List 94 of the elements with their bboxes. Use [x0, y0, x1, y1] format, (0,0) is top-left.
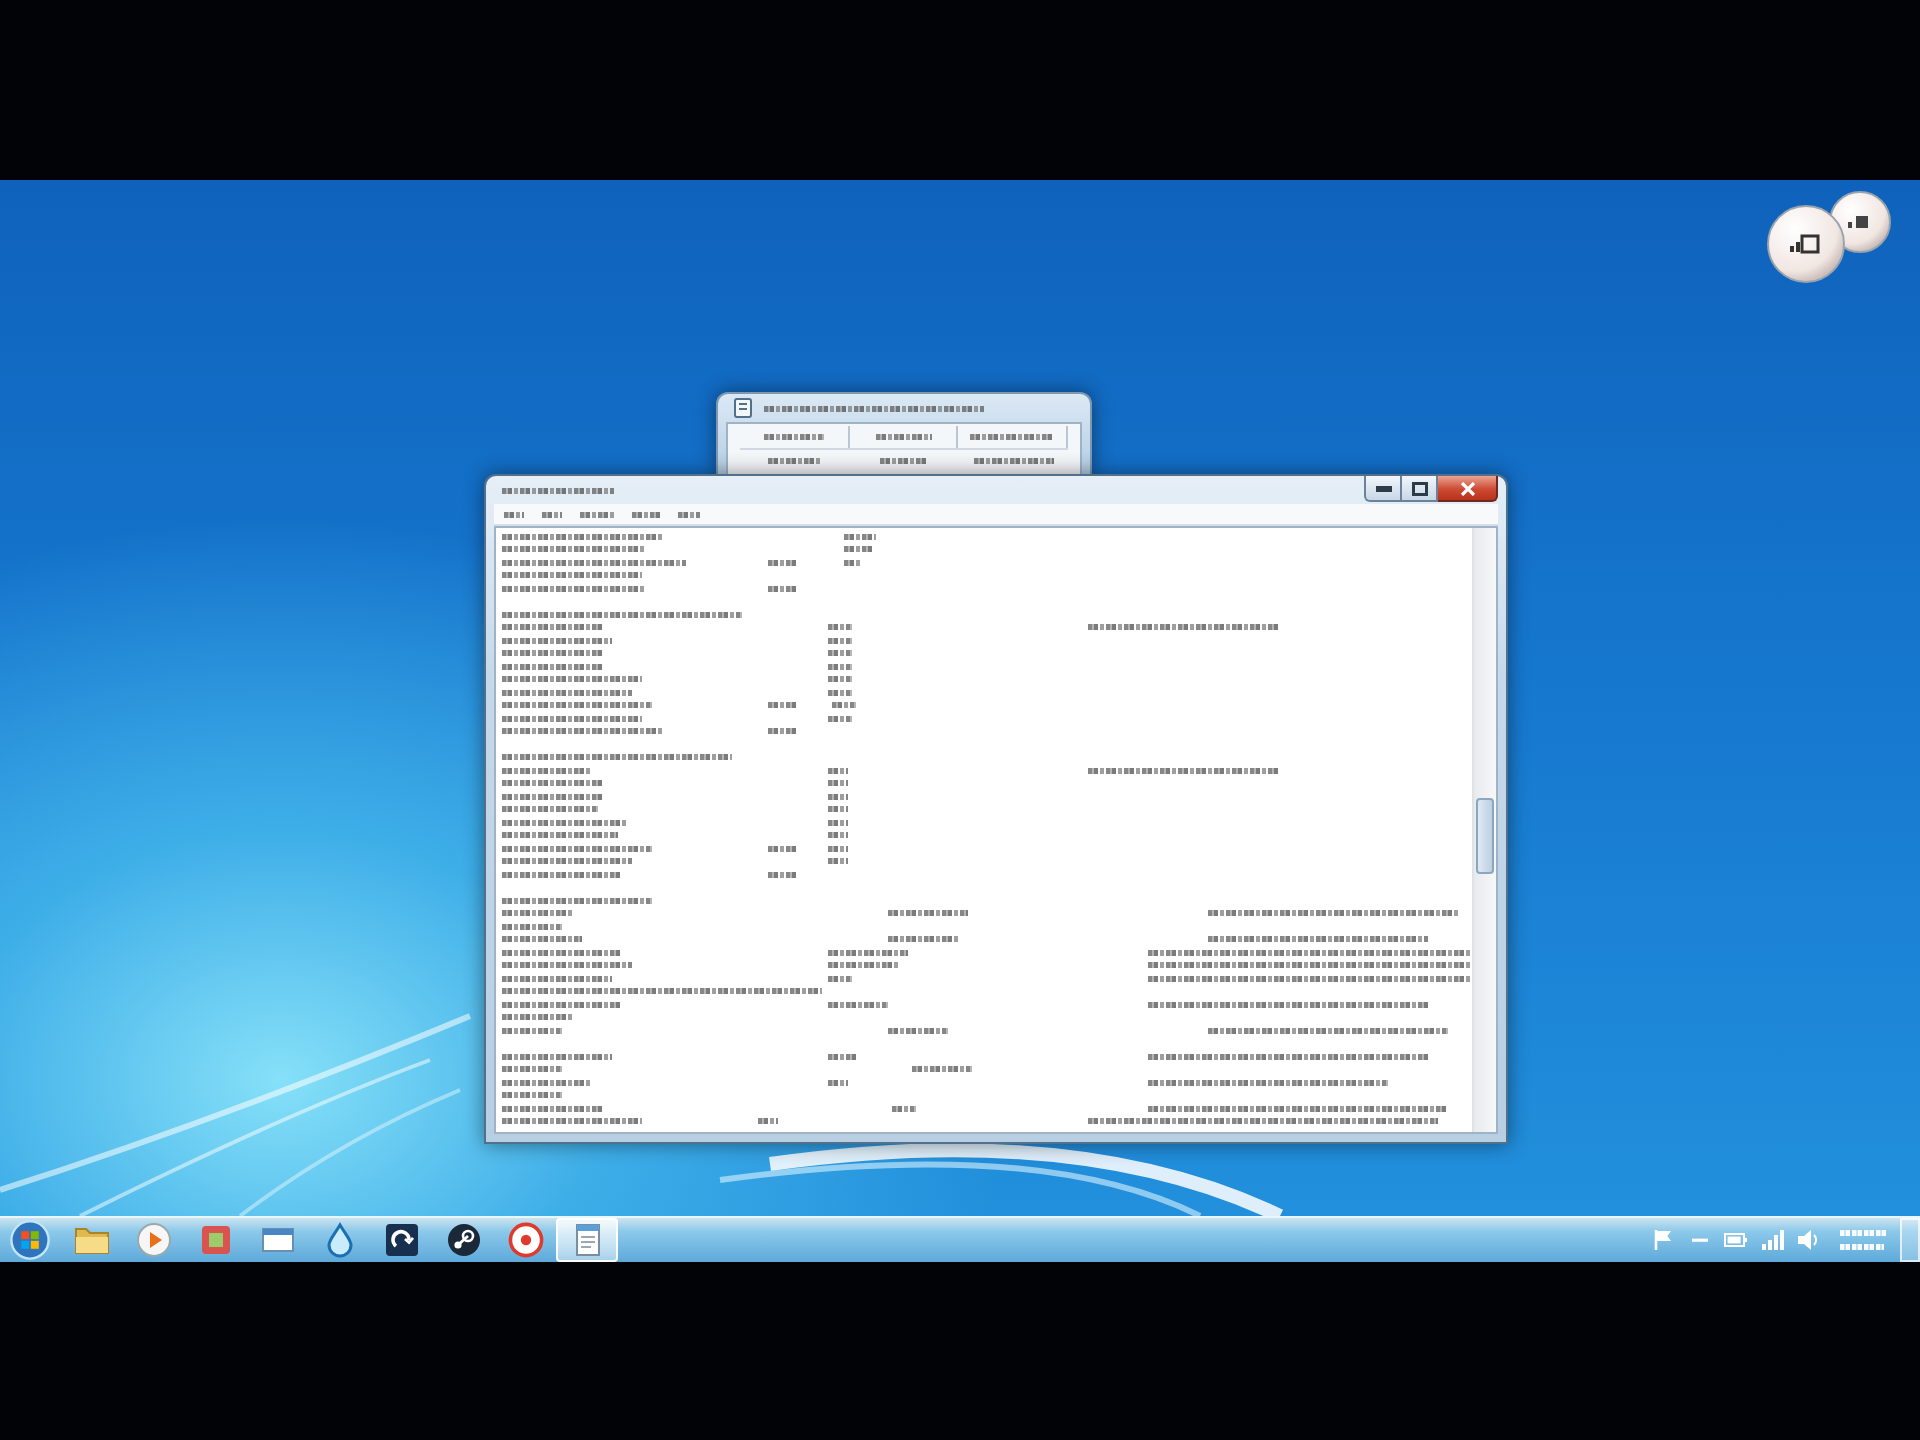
blurred-text-drawing	[888, 1027, 948, 1034]
blurred-text-drawing	[632, 511, 660, 517]
blurred-text-drawing	[828, 715, 852, 722]
app-tile-icon	[197, 1222, 233, 1258]
blurred-text-drawing	[502, 936, 582, 943]
blurred-text-drawing	[844, 559, 860, 566]
blurred-text-drawing	[502, 871, 622, 878]
maximize-icon	[1411, 481, 1427, 495]
blurred-text-drawing	[888, 910, 968, 917]
blurred-text-drawing	[502, 689, 632, 696]
scrollbar[interactable]	[1472, 528, 1496, 1132]
blurred-text-drawing	[768, 585, 798, 592]
blurred-text-drawing	[502, 1001, 622, 1008]
blurred-text-drawing	[502, 1014, 572, 1021]
blurred-text-drawing	[758, 1118, 778, 1125]
blurred-text-drawing	[502, 487, 614, 493]
blurred-text-drawing	[912, 1066, 972, 1073]
blurred-text-drawing	[828, 650, 852, 657]
close-button[interactable]	[1438, 476, 1498, 502]
blurred-text-drawing	[970, 434, 1055, 440]
blurred-text-drawing	[502, 780, 602, 787]
blurred-text-drawing	[502, 572, 642, 579]
minimize-button[interactable]	[1364, 476, 1402, 502]
window-icon	[259, 1222, 295, 1258]
circle-logo-icon	[445, 1222, 481, 1258]
blurred-text-drawing	[880, 458, 928, 464]
blurred-text-drawing	[768, 871, 796, 878]
blurred-text-drawing	[502, 975, 612, 982]
blurred-text-drawing	[502, 637, 612, 644]
blurred-text-drawing	[502, 676, 642, 683]
blurred-text-drawing	[828, 949, 908, 956]
blurred-text-drawing	[888, 936, 958, 943]
blurred-text-drawing	[768, 728, 796, 735]
blurred-text-drawing	[502, 546, 646, 553]
blurred-text-drawing	[502, 1027, 562, 1034]
blurred-text-drawing	[828, 637, 852, 644]
blurred-text-drawing	[502, 767, 592, 774]
blurred-text-drawing	[763, 434, 824, 440]
target-icon	[507, 1222, 543, 1258]
blurred-text-drawing	[502, 858, 632, 865]
maximize-button[interactable]	[1402, 476, 1438, 502]
blurred-text-drawing	[1840, 1244, 1884, 1250]
blurred-text-drawing	[502, 1118, 642, 1125]
play-icon	[135, 1222, 171, 1258]
blurred-text-drawing	[832, 702, 856, 709]
blurred-text-drawing	[502, 1079, 592, 1086]
blurred-text-drawing	[828, 676, 852, 683]
blurred-text-drawing	[502, 962, 632, 969]
blurred-text-drawing	[502, 1066, 562, 1073]
blurred-text-drawing	[844, 533, 876, 540]
blurred-text-drawing	[875, 434, 931, 440]
scrollbar-thumb[interactable]	[1476, 798, 1494, 874]
close-icon	[1459, 481, 1475, 495]
blurred-text-drawing	[844, 546, 872, 553]
blurred-text-drawing	[502, 1105, 602, 1112]
blurred-text-drawing	[502, 585, 646, 592]
blurred-text-drawing	[502, 663, 602, 670]
blurred-text-drawing	[502, 819, 626, 826]
blurred-text-drawing	[502, 910, 572, 917]
blurred-text-drawing	[828, 1001, 888, 1008]
blurred-text-drawing	[828, 1079, 848, 1086]
blurred-text-drawing	[678, 511, 700, 517]
minimize-icon	[1375, 485, 1391, 491]
blurred-text-drawing	[828, 975, 852, 982]
blurred-text-drawing	[502, 949, 622, 956]
blurred-text-drawing	[973, 458, 1054, 464]
blurred-text-drawing	[502, 624, 602, 631]
blurred-text-drawing	[502, 1092, 562, 1099]
blurred-text-drawing	[828, 663, 852, 670]
orb-icon	[10, 1220, 50, 1260]
app-icon	[734, 398, 752, 418]
folder-icon	[73, 1222, 109, 1258]
blurred-text-drawing	[502, 806, 598, 813]
blurred-text-drawing	[768, 559, 798, 566]
blurred-text-drawing	[768, 458, 821, 464]
blurred-text-drawing	[502, 923, 562, 930]
blurred-text-drawing	[892, 1105, 916, 1112]
blurred-text-drawing	[768, 845, 796, 852]
battery-icon[interactable]	[1724, 1228, 1748, 1252]
blurred-text-drawing	[828, 624, 852, 631]
blurred-text-drawing	[828, 689, 852, 696]
blurred-text-drawing	[502, 832, 618, 839]
blurred-text-drawing	[502, 715, 642, 722]
blurred-text-drawing	[1840, 1230, 1888, 1236]
blurred-text-drawing	[768, 702, 796, 709]
speaker-icon[interactable]	[1796, 1228, 1820, 1252]
flag-icon[interactable]	[1652, 1228, 1676, 1252]
blurred-text-drawing	[828, 1053, 858, 1060]
blurred-text-drawing	[502, 793, 602, 800]
blurred-text-drawing	[580, 511, 614, 517]
blurred-text-drawing	[502, 1053, 612, 1060]
blurred-text-drawing	[828, 962, 898, 969]
blurred-text-drawing	[502, 650, 602, 657]
signal-bars-icon[interactable]	[1760, 1228, 1784, 1252]
